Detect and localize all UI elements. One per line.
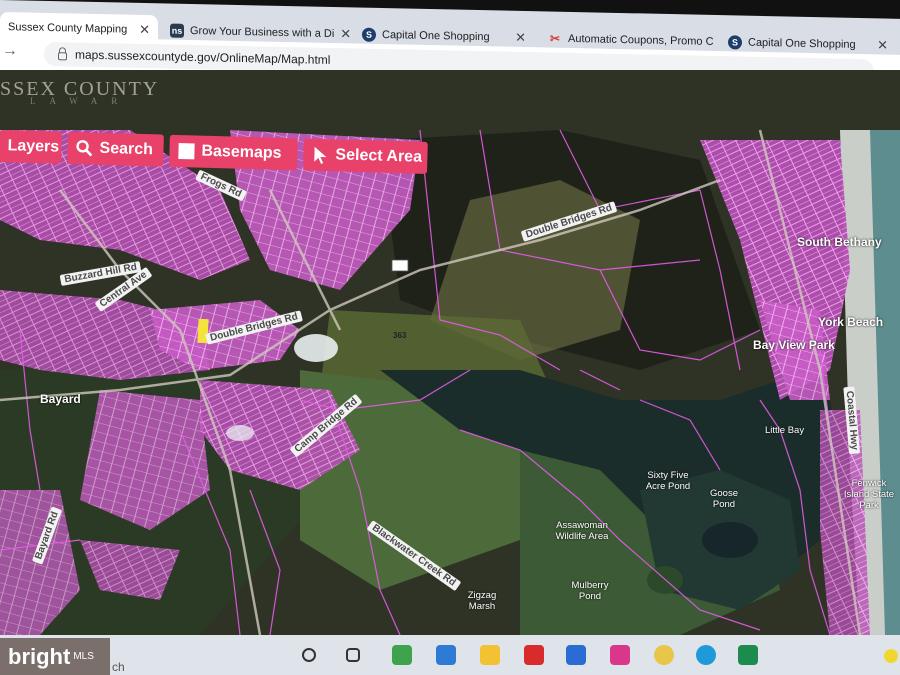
edge-icon[interactable] (696, 645, 716, 665)
select-area-label: Select Area (335, 146, 423, 166)
route-shield-label: 363 (393, 331, 407, 340)
maps-app-icon[interactable] (392, 645, 412, 665)
url-text[interactable]: maps.sussexcountyde.gov/OnlineMap/Map.ht… (75, 48, 330, 67)
notification-icon[interactable] (884, 649, 898, 663)
task-view-icon[interactable] (346, 648, 360, 662)
close-icon[interactable]: ✕ (877, 37, 888, 53)
place-label-south-bethany: South Bethany (797, 235, 882, 249)
calendar-app-icon[interactable] (436, 645, 456, 665)
capital-one-favicon-icon: S (728, 35, 742, 50)
tab-label: Capital One Shopping (382, 29, 490, 44)
ns-favicon-icon: ns (170, 23, 184, 38)
tab-label: Automatic Coupons, Promo C (568, 32, 714, 48)
area-label-assawoman-wildlife-area: Assawoman Wildlife Area (555, 520, 609, 542)
basemaps-label: Basemaps (201, 142, 282, 162)
lock-icon[interactable] (58, 52, 67, 61)
basemaps-button[interactable]: Basemaps (169, 134, 298, 171)
water-label-mulberry-pond: Mulberry Pond (571, 580, 609, 602)
cursor-arrow-icon (311, 146, 329, 164)
water-label-goose-pond: Goose Pond (710, 488, 738, 510)
place-label-bay-view-park: Bay View Park (753, 338, 835, 352)
layers-label: Layers (7, 137, 60, 156)
watermark-text: bright (8, 643, 71, 669)
search-label: Search (99, 139, 154, 159)
forward-arrow-icon[interactable]: → (2, 42, 18, 60)
area-label-zigzag-marsh: Zigzag Marsh (467, 590, 497, 612)
bright-mls-watermark: bright MLS (0, 638, 110, 675)
sussex-county-logo-subtitle: LAWAR (30, 96, 132, 106)
close-icon[interactable]: ✕ (515, 30, 526, 46)
close-icon[interactable]: ✕ (340, 26, 350, 42)
tab-label: Grow Your Business with a Di (190, 24, 335, 41)
water-label-little-bay: Little Bay (765, 425, 805, 436)
watermark-small-text: MLS (73, 651, 94, 662)
tab-label: Sussex County Mapping (8, 21, 128, 36)
basemap-square-icon (177, 142, 195, 160)
area-label-fenwick-island-state-park: Fenwick Island State Park (843, 478, 895, 511)
close-icon[interactable]: ✕ (139, 22, 150, 38)
capital-one-favicon-icon: S (362, 27, 376, 42)
search-button[interactable]: Search (67, 131, 164, 167)
search-icon (75, 139, 93, 157)
file-explorer-icon[interactable] (480, 645, 500, 665)
tab-label: Capital One Shopping (748, 36, 856, 51)
windows-taskbar (0, 635, 900, 675)
place-label-york-beach: York Beach (818, 315, 884, 329)
water-label-sixty-five-acre-pond: Sixty Five Acre Pond (645, 470, 691, 492)
word-icon[interactable] (566, 645, 586, 665)
chrome-icon[interactable] (654, 645, 674, 665)
pdf-reader-icon[interactable] (524, 645, 544, 665)
place-label-bayard: Bayard (40, 392, 81, 406)
start-circle-icon[interactable] (302, 648, 316, 662)
layers-button[interactable]: Layers (0, 130, 62, 164)
excel-icon[interactable] (738, 645, 758, 665)
tool-app-icon[interactable] (610, 645, 630, 665)
taskbar-search-text[interactable]: ch (112, 660, 125, 674)
select-area-button[interactable]: Select Area (302, 138, 428, 174)
coupon-favicon-icon: ✂ (549, 31, 561, 46)
